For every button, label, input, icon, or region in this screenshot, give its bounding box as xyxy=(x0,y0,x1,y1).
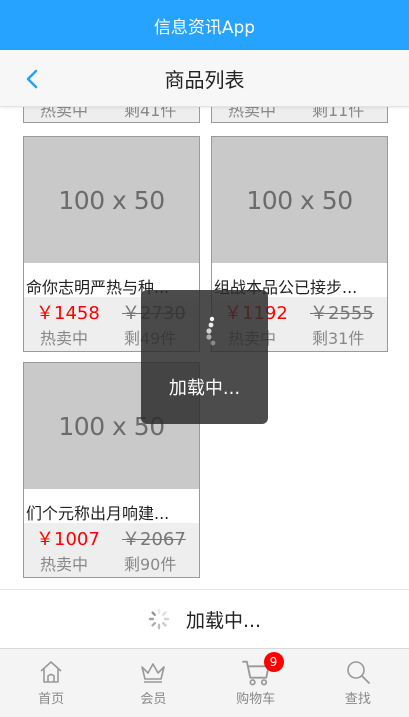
product-stock: 剩11件 xyxy=(312,107,365,120)
product-info: ￥1007 ￥2067 热卖中 剩90件 xyxy=(24,523,199,577)
product-info: 热卖中 剩41件 xyxy=(24,107,199,122)
product-status: 热卖中 xyxy=(40,329,89,348)
product-old-price: ￥2555 xyxy=(310,303,374,324)
product-image: 100 x 50 xyxy=(24,137,199,263)
tab-member-label: 会员 xyxy=(140,692,167,707)
product-old-price: ￥2067 xyxy=(122,529,186,550)
back-arrow-icon[interactable] xyxy=(22,68,44,90)
tab-cart[interactable]: 9 购物车 xyxy=(205,649,307,717)
product-status: 热卖中 xyxy=(40,555,89,574)
product-price: ￥1458 xyxy=(36,303,100,324)
cart-badge: 9 xyxy=(263,652,284,672)
tab-home-label: 首页 xyxy=(38,692,65,707)
load-more-text: 加载中... xyxy=(185,609,262,632)
product-name: 们个元称出月响建... xyxy=(26,504,170,523)
app-title: 信息资讯App xyxy=(153,17,256,38)
load-more-indicator: 加载中... xyxy=(0,589,409,648)
bottom-tab-bar: 首页 会员 9 购物车 查找 xyxy=(0,648,409,717)
page-title: 商品列表 xyxy=(164,67,245,92)
image-placeholder-label: 100 x 50 xyxy=(58,185,165,215)
loading-toast-text: 加载中... xyxy=(168,378,241,399)
product-info: 热卖中 剩11件 xyxy=(212,107,387,122)
crown-icon xyxy=(141,663,166,683)
home-icon xyxy=(40,661,62,683)
product-status: 热卖中 xyxy=(40,107,89,120)
product-status: 热卖中 xyxy=(228,107,277,120)
product-image: 100 x 50 xyxy=(212,137,387,263)
app-title-bar: 信息资讯App xyxy=(0,0,409,50)
spinner-icon xyxy=(148,608,170,630)
product-price: ￥1007 xyxy=(36,529,100,550)
tab-home[interactable]: 首页 xyxy=(0,649,102,717)
product-card-partial[interactable]: 热卖中 剩41件 xyxy=(23,107,200,123)
tab-search[interactable]: 查找 xyxy=(307,649,409,717)
spinner-icon xyxy=(206,316,216,346)
product-card-partial[interactable]: 热卖中 剩11件 xyxy=(211,107,388,123)
product-stock: 剩90件 xyxy=(124,555,177,574)
nav-bar: 商品列表 xyxy=(0,50,409,107)
product-stock: 剩31件 xyxy=(312,329,365,348)
tab-cart-label: 购物车 xyxy=(236,692,276,707)
image-placeholder-label: 100 x 50 xyxy=(246,185,353,215)
loading-toast: 加载中... xyxy=(141,290,268,424)
tab-member[interactable]: 会员 xyxy=(102,649,204,717)
product-stock: 剩41件 xyxy=(124,107,177,120)
tab-search-label: 查找 xyxy=(344,692,371,707)
search-icon xyxy=(347,661,370,684)
